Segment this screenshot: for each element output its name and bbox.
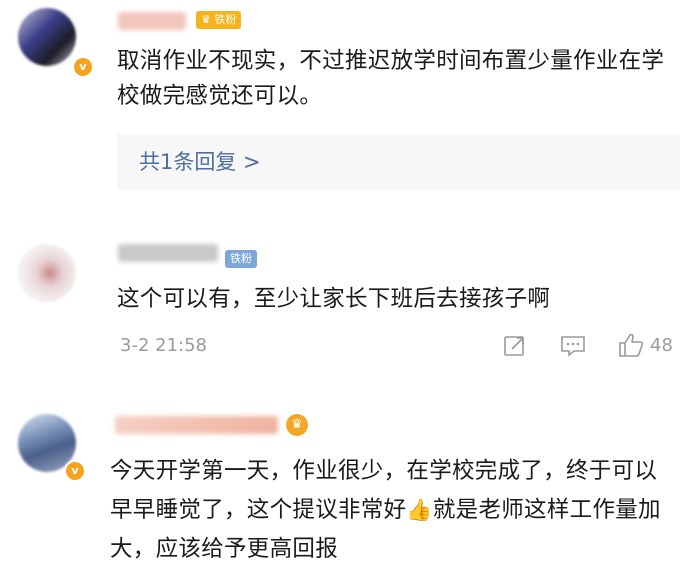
thumbs-up-emoji-icon: 👍 bbox=[406, 498, 433, 522]
comment-text: 今天开学第一天，作业很少，在学校完成了，终于可以早早睡觉了，这个提议非常好👍就是… bbox=[110, 452, 670, 569]
comment-item-3: v ♛ 今天开学第一天，作业很少，在学校完成了，终于可以早早睡觉了，这个提议非常… bbox=[0, 0, 680, 572]
username-blurred[interactable] bbox=[115, 416, 278, 434]
crown-icon: ♛ bbox=[286, 414, 308, 436]
verified-badge-icon: v bbox=[64, 460, 86, 482]
